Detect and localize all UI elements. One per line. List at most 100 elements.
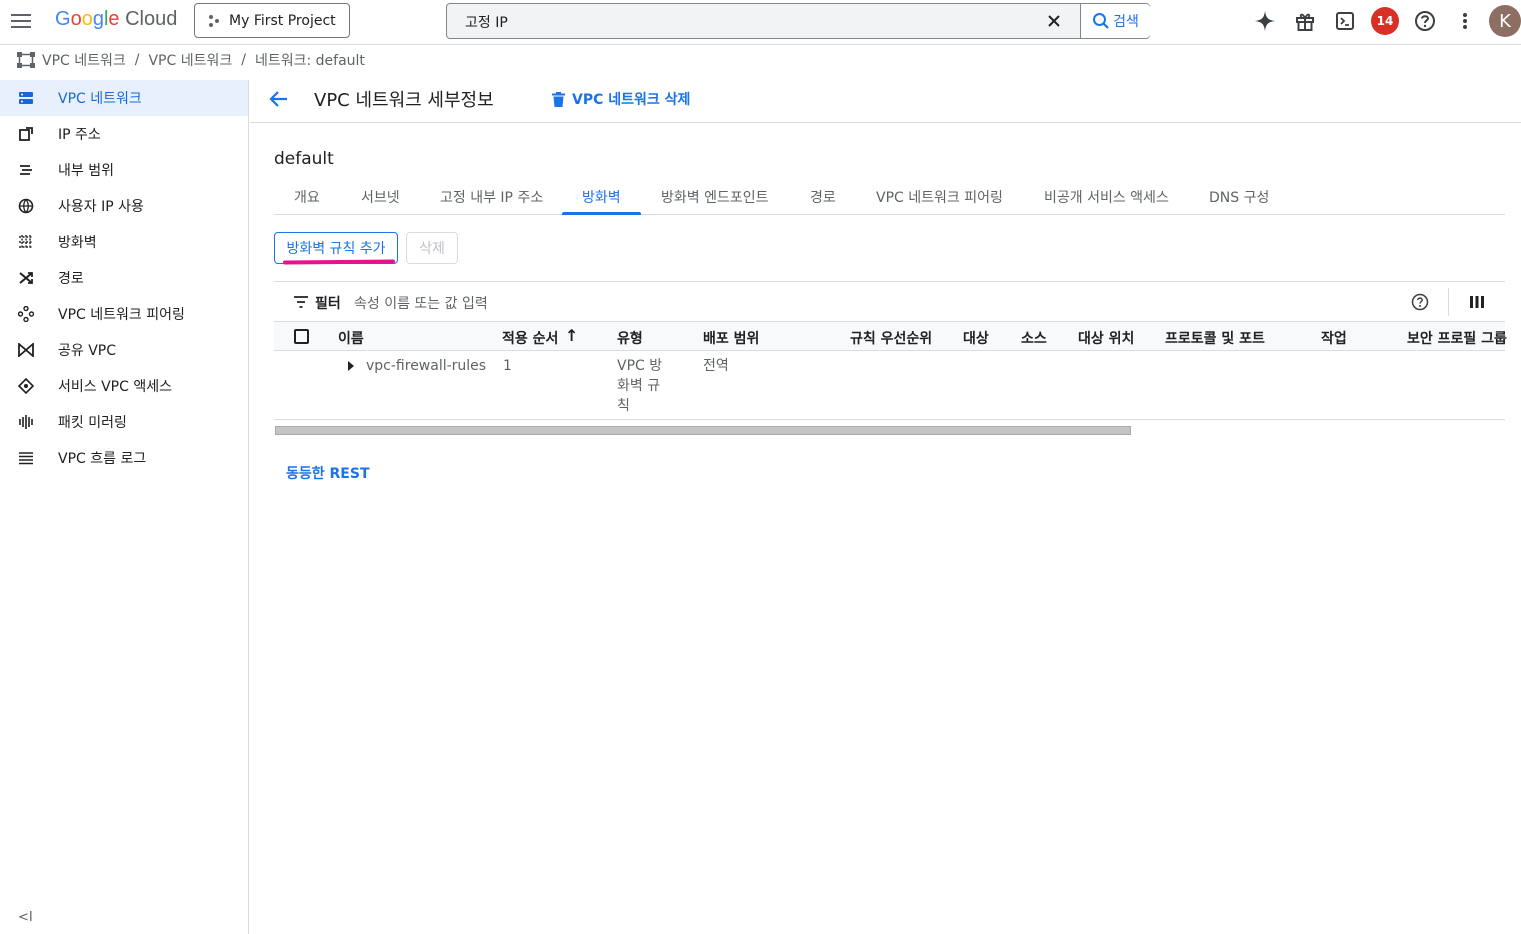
google-cloud-logo[interactable]: Google Cloud bbox=[55, 8, 177, 31]
shared-vpc-icon bbox=[17, 342, 35, 358]
top-bar: Google Cloud My First Project 고정 IP 검색 1… bbox=[0, 0, 1521, 42]
back-arrow-icon[interactable] bbox=[268, 88, 290, 110]
internal-range-icon bbox=[17, 162, 35, 178]
search-bar[interactable]: 고정 IP 검색 bbox=[446, 3, 1150, 39]
page-title: VPC 네트워크 세부정보 bbox=[314, 90, 494, 111]
search-icon bbox=[1093, 13, 1109, 29]
help-icon[interactable] bbox=[1414, 10, 1436, 32]
sort-ascending-icon[interactable]: ↑ bbox=[565, 326, 578, 345]
sidebar-item-label: 내부 범위 bbox=[58, 163, 114, 179]
sidebar-item-routes[interactable]: 경로 bbox=[0, 260, 248, 296]
vpc-network-icon bbox=[17, 90, 35, 106]
notification-badge[interactable]: 14 bbox=[1371, 7, 1399, 35]
sidebar-item-label: 패킷 미러링 bbox=[58, 415, 127, 431]
ip-address-icon bbox=[17, 126, 35, 142]
menu-icon[interactable] bbox=[11, 11, 31, 31]
help-icon[interactable] bbox=[1411, 293, 1429, 311]
service-vpc-icon bbox=[17, 378, 35, 394]
equivalent-rest-link[interactable]: 동등한 REST bbox=[286, 463, 370, 483]
filter-bar[interactable]: 필터 속성 이름 또는 값 입력 bbox=[274, 281, 1505, 321]
row-name[interactable]: vpc-firewall-rules bbox=[366, 356, 486, 376]
search-input[interactable]: 고정 IP bbox=[465, 12, 508, 32]
sidebar-item-label: 경로 bbox=[58, 271, 84, 287]
column-action[interactable]: 작업 bbox=[1321, 328, 1347, 348]
active-tab-indicator bbox=[562, 212, 641, 215]
column-display-icon[interactable] bbox=[1470, 296, 1484, 308]
peering-icon bbox=[17, 306, 35, 322]
select-all-checkbox[interactable] bbox=[294, 329, 309, 344]
tab-firewall[interactable]: 방화벽 bbox=[582, 187, 621, 207]
horizontal-scrollbar[interactable] bbox=[275, 426, 1131, 435]
project-icon bbox=[209, 14, 219, 27]
filter-input[interactable]: 속성 이름 또는 값 입력 bbox=[354, 293, 488, 313]
cloud-shell-icon[interactable] bbox=[1334, 10, 1356, 32]
firewall-icon bbox=[17, 234, 35, 250]
sidebar-item-shared-vpc[interactable]: 공유 VPC bbox=[0, 332, 248, 368]
globe-icon bbox=[17, 198, 35, 214]
tab-vpc-peering[interactable]: VPC 네트워크 피어링 bbox=[876, 187, 1003, 207]
column-name[interactable]: 이름 bbox=[338, 328, 364, 348]
search-button-label: 검색 bbox=[1113, 14, 1139, 30]
filter-icon bbox=[294, 296, 308, 308]
delete-button[interactable]: 삭제 bbox=[406, 232, 458, 264]
column-protocol-ports[interactable]: 프로토콜 및 포트 bbox=[1165, 328, 1265, 348]
toolbar-divider bbox=[1448, 288, 1449, 316]
row-type-line: 칙 bbox=[617, 398, 630, 414]
sidebar-item-internal-range[interactable]: 내부 범위 bbox=[0, 152, 248, 188]
sidebar-item-service-vpc[interactable]: 서비스 VPC 액세스 bbox=[0, 368, 248, 404]
breadcrumb-item-1[interactable]: VPC 네트워크 bbox=[148, 50, 232, 70]
sidebar-item-packet-mirroring[interactable]: 패킷 미러링 bbox=[0, 404, 248, 440]
breadcrumb-separator: / bbox=[134, 51, 140, 68]
sidebar-item-label: 공유 VPC bbox=[58, 343, 117, 359]
tab-overview[interactable]: 개요 bbox=[294, 187, 320, 207]
delete-vpc-button[interactable]: VPC 네트워크 삭제 bbox=[552, 89, 690, 109]
sidebar-item-label: IP 주소 bbox=[58, 127, 101, 143]
network-name: default bbox=[274, 149, 334, 169]
column-order[interactable]: 적용 순서 bbox=[502, 328, 558, 348]
breadcrumb-item-2[interactable]: 네트워크: default bbox=[255, 50, 365, 70]
table-header: 이름 적용 순서 ↑ 유형 배포 범위 규칙 우선순위 대상 소스 대상 위치 … bbox=[274, 321, 1507, 351]
tab-static-internal-ip[interactable]: 고정 내부 IP 주소 bbox=[440, 187, 543, 207]
sidebar-item-flow-logs[interactable]: VPC 흐름 로그 bbox=[0, 440, 248, 476]
clear-icon[interactable] bbox=[1045, 12, 1063, 30]
tab-private-service-access[interactable]: 비공개 서비스 액세스 bbox=[1044, 187, 1169, 207]
column-target[interactable]: 대상 bbox=[963, 328, 989, 348]
tab-routes[interactable]: 경로 bbox=[810, 187, 836, 207]
breadcrumb-item-0[interactable]: VPC 네트워크 bbox=[42, 50, 126, 70]
sidebar-item-user-ip[interactable]: 사용자 IP 사용 bbox=[0, 188, 248, 224]
avatar[interactable]: K bbox=[1489, 5, 1521, 37]
page-header: VPC 네트워크 세부정보 VPC 네트워크 삭제 bbox=[250, 74, 1521, 123]
sidebar-item-label: VPC 네트워크 피어링 bbox=[58, 307, 185, 323]
column-target-location[interactable]: 대상 위치 bbox=[1078, 328, 1134, 348]
tab-dns-config[interactable]: DNS 구성 bbox=[1209, 187, 1269, 207]
column-security-profile-group[interactable]: 보안 프로필 그룹 bbox=[1407, 328, 1507, 348]
sidebar-item-label: 방화벽 bbox=[58, 235, 97, 251]
trash-icon bbox=[552, 91, 565, 107]
column-type[interactable]: 유형 bbox=[617, 328, 643, 348]
sidebar-item-peering[interactable]: VPC 네트워크 피어링 bbox=[0, 296, 248, 332]
gift-icon[interactable] bbox=[1294, 10, 1316, 32]
table-row[interactable]: vpc-firewall-rules 1 VPC 방 화벽 규 칙 전역 bbox=[274, 351, 1505, 420]
column-scope[interactable]: 배포 범위 bbox=[703, 328, 759, 348]
search-button[interactable]: 검색 bbox=[1080, 4, 1150, 38]
sidebar-item-label: 사용자 IP 사용 bbox=[58, 199, 144, 215]
tab-subnets[interactable]: 서브넷 bbox=[361, 187, 400, 207]
column-source[interactable]: 소스 bbox=[1021, 328, 1047, 348]
sidebar-item-ip-address[interactable]: IP 주소 bbox=[0, 116, 248, 152]
packet-mirroring-icon bbox=[17, 414, 35, 430]
row-order: 1 bbox=[503, 358, 512, 374]
row-type: VPC 방 화벽 규 칙 bbox=[617, 356, 667, 416]
sidebar-item-vpc-network[interactable]: VPC 네트워크 bbox=[0, 80, 248, 116]
collapse-sidebar-icon[interactable]: <I bbox=[18, 910, 33, 925]
sidebar-item-label: 서비스 VPC 액세스 bbox=[58, 379, 172, 395]
column-priority[interactable]: 규칙 우선순위 bbox=[850, 328, 932, 348]
project-selector[interactable]: My First Project bbox=[194, 3, 350, 38]
row-type-line: VPC 방 bbox=[617, 358, 663, 374]
expand-arrow-icon[interactable] bbox=[348, 361, 354, 371]
gemini-sparkle-icon[interactable] bbox=[1254, 10, 1276, 32]
sidebar-item-firewall[interactable]: 방화벽 bbox=[0, 224, 248, 260]
main-content: VPC 네트워크 세부정보 VPC 네트워크 삭제 default 개요 서브넷… bbox=[250, 74, 1521, 934]
more-vert-icon[interactable] bbox=[1454, 10, 1476, 32]
tab-firewall-endpoints[interactable]: 방화벽 엔드포인트 bbox=[661, 187, 769, 207]
logo-cloud-text: Cloud bbox=[125, 8, 178, 30]
